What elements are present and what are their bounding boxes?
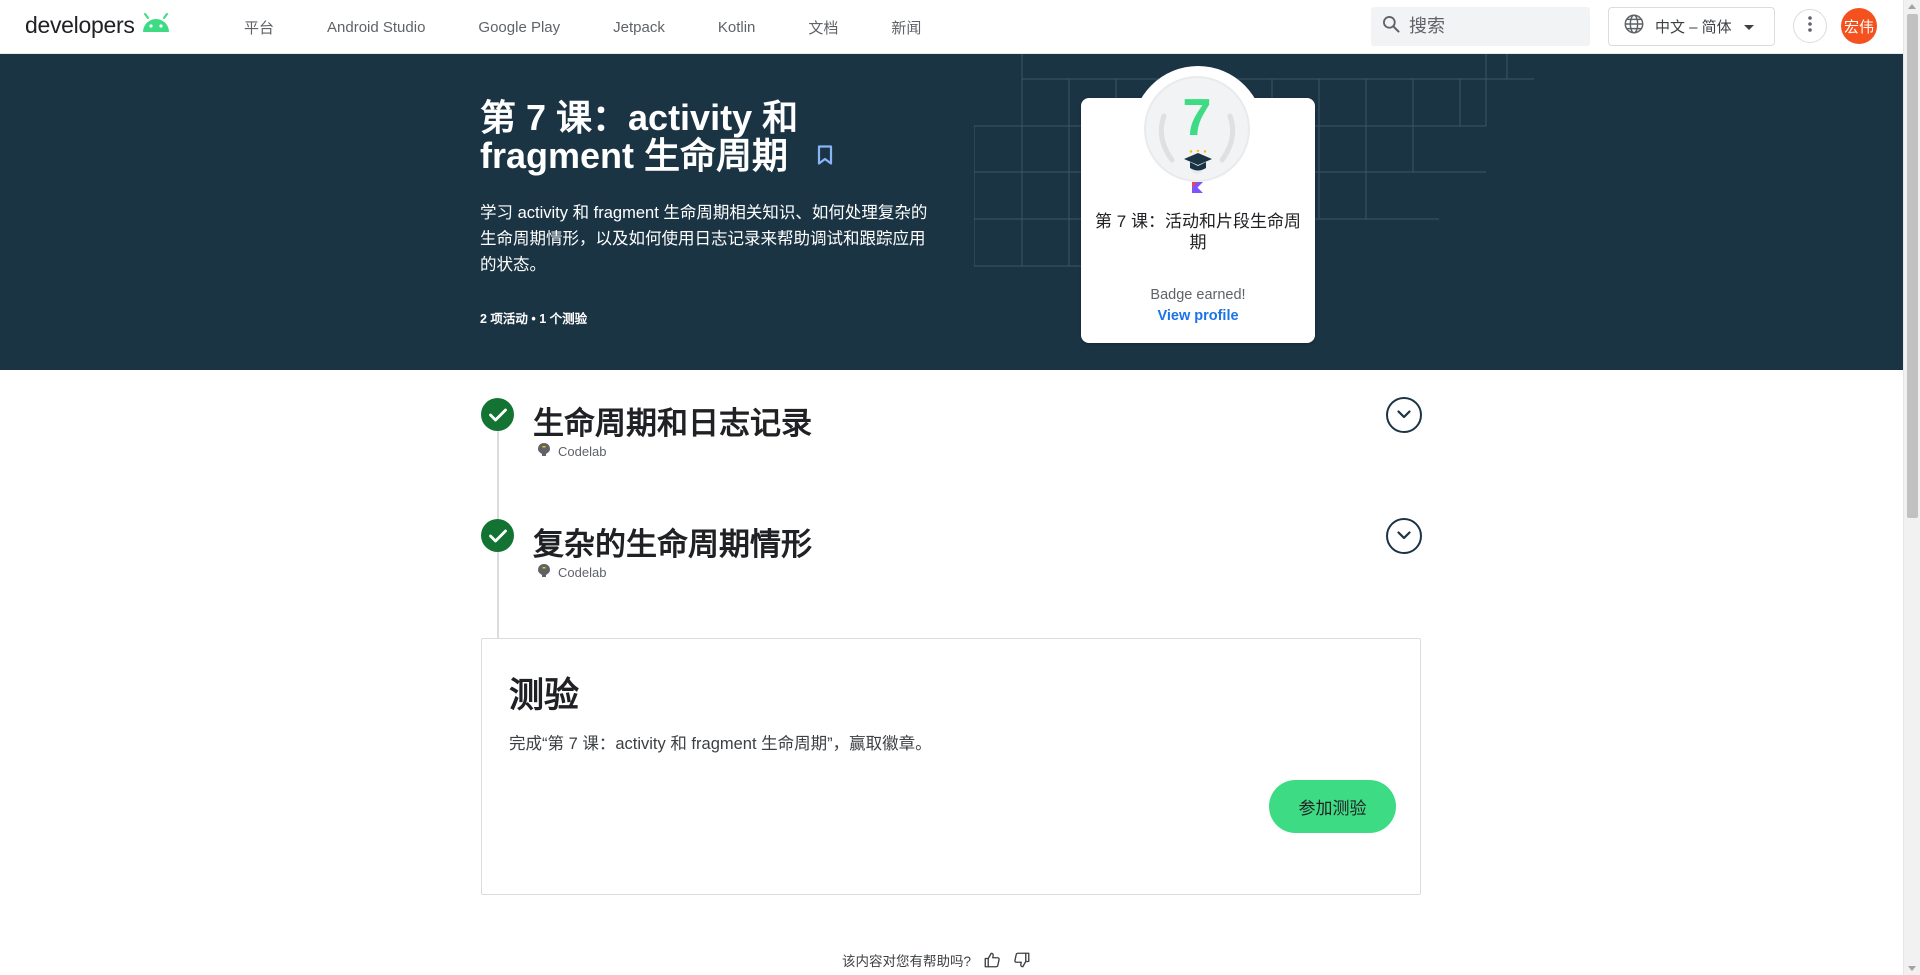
lesson-hero: 第 7 课：activity 和 fragment 生命周期 学习 activi… [0, 54, 1903, 370]
feedback-bar: 该内容对您有帮助吗? [842, 950, 1031, 970]
badge-earned-label: Badge earned! [1150, 287, 1246, 303]
developers-logo[interactable]: developers [25, 12, 172, 39]
caret-down-icon [1743, 18, 1754, 36]
expand-button[interactable] [1386, 397, 1422, 433]
activity-title[interactable]: 生命周期和日志记录 [533, 398, 812, 443]
lesson-meta: 2 项活动 • 1 个测验 [480, 312, 588, 326]
lesson-description: 学习 activity 和 fragment 生命周期相关知识、如何处理复杂的生… [480, 204, 928, 274]
feedback-question: 该内容对您有帮助吗? [842, 954, 972, 969]
kotlin-icon [1192, 180, 1203, 198]
activity-title[interactable]: 复杂的生命周期情形 [533, 519, 812, 564]
page-scrollbar[interactable] [1903, 0, 1920, 975]
nav-item-platform[interactable]: 平台 [244, 17, 274, 38]
language-selector[interactable]: 中文 – 简体 [1608, 7, 1775, 46]
language-label: 中文 – 简体 [1655, 19, 1732, 36]
android-robot-icon [140, 13, 172, 38]
search-box[interactable] [1371, 7, 1590, 46]
badge-number: 7 [1182, 89, 1212, 147]
scroll-down-arrow[interactable] [1908, 966, 1916, 971]
activity-type-label: Codelab [558, 444, 607, 459]
take-quiz-button[interactable]: 参加测验 [1269, 780, 1396, 833]
graduation-cap-icon [1183, 149, 1213, 181]
search-input[interactable] [1409, 16, 1579, 37]
activity-type-label: Codelab [558, 565, 607, 580]
nav-item-android-studio[interactable]: Android Studio [327, 19, 425, 36]
globe-icon [1623, 13, 1645, 40]
codelab-icon [538, 443, 550, 460]
codelab-icon [538, 564, 550, 581]
top-nav: 平台 Android Studio Google Play Jetpack Ko… [244, 0, 974, 54]
thumb-down-icon[interactable] [1013, 951, 1031, 969]
scroll-up-arrow[interactable] [1908, 4, 1916, 9]
activity-type: Codelab [538, 564, 606, 581]
more-vert-icon [1808, 15, 1812, 37]
nav-item-kotlin[interactable]: Kotlin [718, 19, 756, 36]
top-app-bar: developers 平台 Android Studio Google Play… [0, 0, 1903, 54]
thumb-up-icon[interactable] [983, 951, 1001, 969]
logo-text: developers [25, 12, 135, 38]
user-avatar[interactable]: 宏伟 [1841, 8, 1877, 44]
more-options-button[interactable] [1793, 9, 1827, 43]
chevron-down-icon [1397, 406, 1411, 424]
bookmark-icon[interactable] [817, 145, 833, 170]
nav-item-google-play[interactable]: Google Play [478, 19, 560, 36]
expand-button[interactable] [1386, 518, 1422, 554]
nav-item-docs[interactable]: 文档 [808, 17, 838, 38]
chevron-down-icon [1397, 527, 1411, 545]
check-complete-icon [481, 519, 514, 552]
quiz-title: 测验 [509, 676, 580, 715]
search-icon [1381, 14, 1401, 39]
check-complete-icon [481, 398, 514, 431]
view-profile-link[interactable]: View profile [1090, 308, 1306, 324]
badge-title: 第 7 课：活动和片段生命周期 [1095, 212, 1301, 252]
quiz-description: 完成“第 7 课：activity 和 fragment 生命周期”，赢取徽章。 [509, 735, 932, 753]
scroll-thumb[interactable] [1907, 14, 1918, 518]
activity-type: Codelab [538, 443, 606, 460]
nav-item-jetpack[interactable]: Jetpack [613, 19, 665, 36]
nav-item-news[interactable]: 新闻 [891, 17, 921, 38]
quiz-card: 测验 完成“第 7 课：activity 和 fragment 生命周期”，赢取… [481, 638, 1421, 895]
